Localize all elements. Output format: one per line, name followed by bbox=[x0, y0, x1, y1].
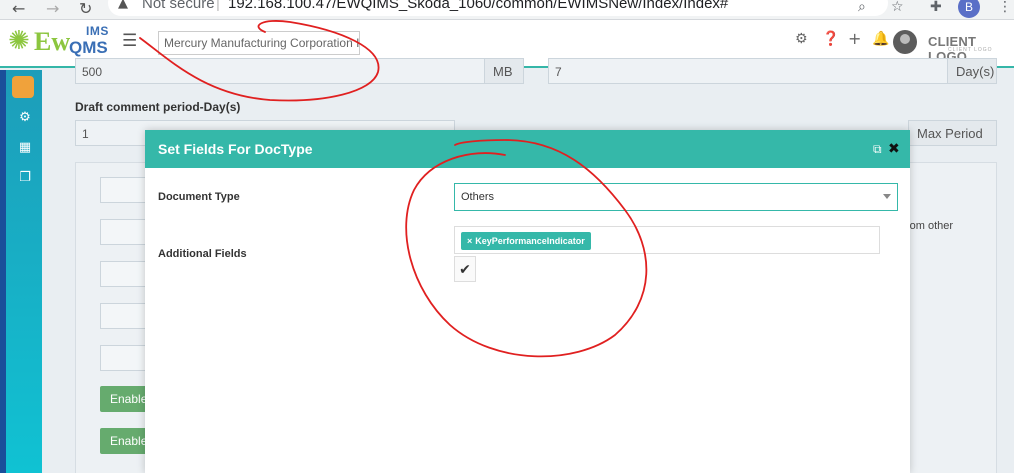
document-icon[interactable] bbox=[12, 76, 34, 98]
logo-ew-text: Ew bbox=[34, 27, 71, 56]
logo-qms-text: QMS bbox=[69, 38, 108, 57]
search-icon[interactable]: ⌕ bbox=[858, 0, 866, 15]
client-logo-subtext: CLIENT LOGO bbox=[948, 47, 993, 53]
extension-puzzle-icon[interactable]: ✚ bbox=[930, 0, 942, 15]
field-tag: × KeyPerformanceIndicator bbox=[461, 232, 591, 250]
building-icon[interactable]: ▦ bbox=[11, 140, 39, 162]
security-status[interactable]: Not secure bbox=[142, 0, 215, 12]
days-unit-addon: Day(s) bbox=[947, 58, 997, 84]
bookmark-star-icon[interactable]: ☆ bbox=[891, 0, 904, 15]
additional-fields-input[interactable]: × KeyPerformanceIndicator bbox=[454, 226, 880, 254]
expand-icon[interactable]: ⧉ bbox=[873, 142, 882, 157]
tag-remove-icon[interactable]: × bbox=[467, 236, 472, 246]
draft-comment-label: Draft comment period-Day(s) bbox=[75, 100, 241, 114]
reload-icon[interactable]: ↻ bbox=[79, 0, 92, 18]
copy-icon[interactable]: ❐ bbox=[11, 170, 39, 192]
document-type-select[interactable]: Others bbox=[454, 183, 898, 211]
user-avatar[interactable] bbox=[893, 30, 917, 54]
tag-label: KeyPerformanceIndicator bbox=[475, 236, 585, 246]
days-input[interactable]: 7 bbox=[548, 58, 948, 84]
profile-avatar[interactable]: B bbox=[958, 0, 980, 18]
help-icon[interactable]: ❓ bbox=[822, 31, 839, 47]
add-icon[interactable]: + bbox=[848, 29, 861, 48]
warning-icon[interactable]: ▲ bbox=[118, 0, 128, 11]
forward-arrow-icon[interactable]: → bbox=[46, 0, 59, 18]
chevron-down-icon bbox=[883, 194, 891, 199]
url-separator: | bbox=[216, 0, 220, 12]
browser-toolbar: ← → ↻ ▲ Not secure | 192.168.100.47/EWQI… bbox=[0, 0, 1014, 20]
size-input[interactable]: 500 bbox=[75, 58, 485, 84]
logo-ims-text: IMS bbox=[86, 24, 109, 38]
sidebar: ⚙ ▦ ❐ bbox=[0, 70, 42, 473]
company-selector[interactable]: Mercury Manufacturing Corporation I bbox=[158, 31, 360, 55]
document-type-value: Others bbox=[461, 191, 495, 203]
hamburger-menu-icon[interactable]: ☰ bbox=[122, 31, 137, 51]
set-fields-modal: Set Fields For DocType ⧉ ✖ Document Type… bbox=[145, 130, 910, 473]
from-other-text: rom other bbox=[906, 220, 954, 232]
logo-sun-icon: ✺ bbox=[8, 26, 30, 56]
document-type-label: Document Type bbox=[158, 191, 240, 203]
more-menu-icon[interactable]: ⋮ bbox=[998, 0, 1012, 15]
modal-title: Set Fields For DocType bbox=[158, 141, 313, 157]
notification-bell-icon[interactable]: 🔔 bbox=[872, 31, 889, 47]
additional-fields-label: Additional Fields bbox=[158, 248, 247, 260]
settings-gear-icon[interactable]: ⚙ bbox=[795, 31, 808, 47]
settings-gears-icon[interactable]: ⚙ bbox=[11, 110, 39, 132]
size-unit-addon: MB bbox=[484, 58, 524, 84]
max-period-addon: Max Period bbox=[908, 120, 997, 146]
back-arrow-icon[interactable]: ← bbox=[12, 0, 25, 18]
confirm-check-button[interactable]: ✔ bbox=[454, 256, 476, 282]
close-icon[interactable]: ✖ bbox=[888, 141, 900, 157]
url-text[interactable]: 192.168.100.47/EWQIMS_Skoda_1060/common/… bbox=[228, 0, 728, 12]
modal-header: Set Fields For DocType ⧉ ✖ bbox=[145, 130, 910, 168]
